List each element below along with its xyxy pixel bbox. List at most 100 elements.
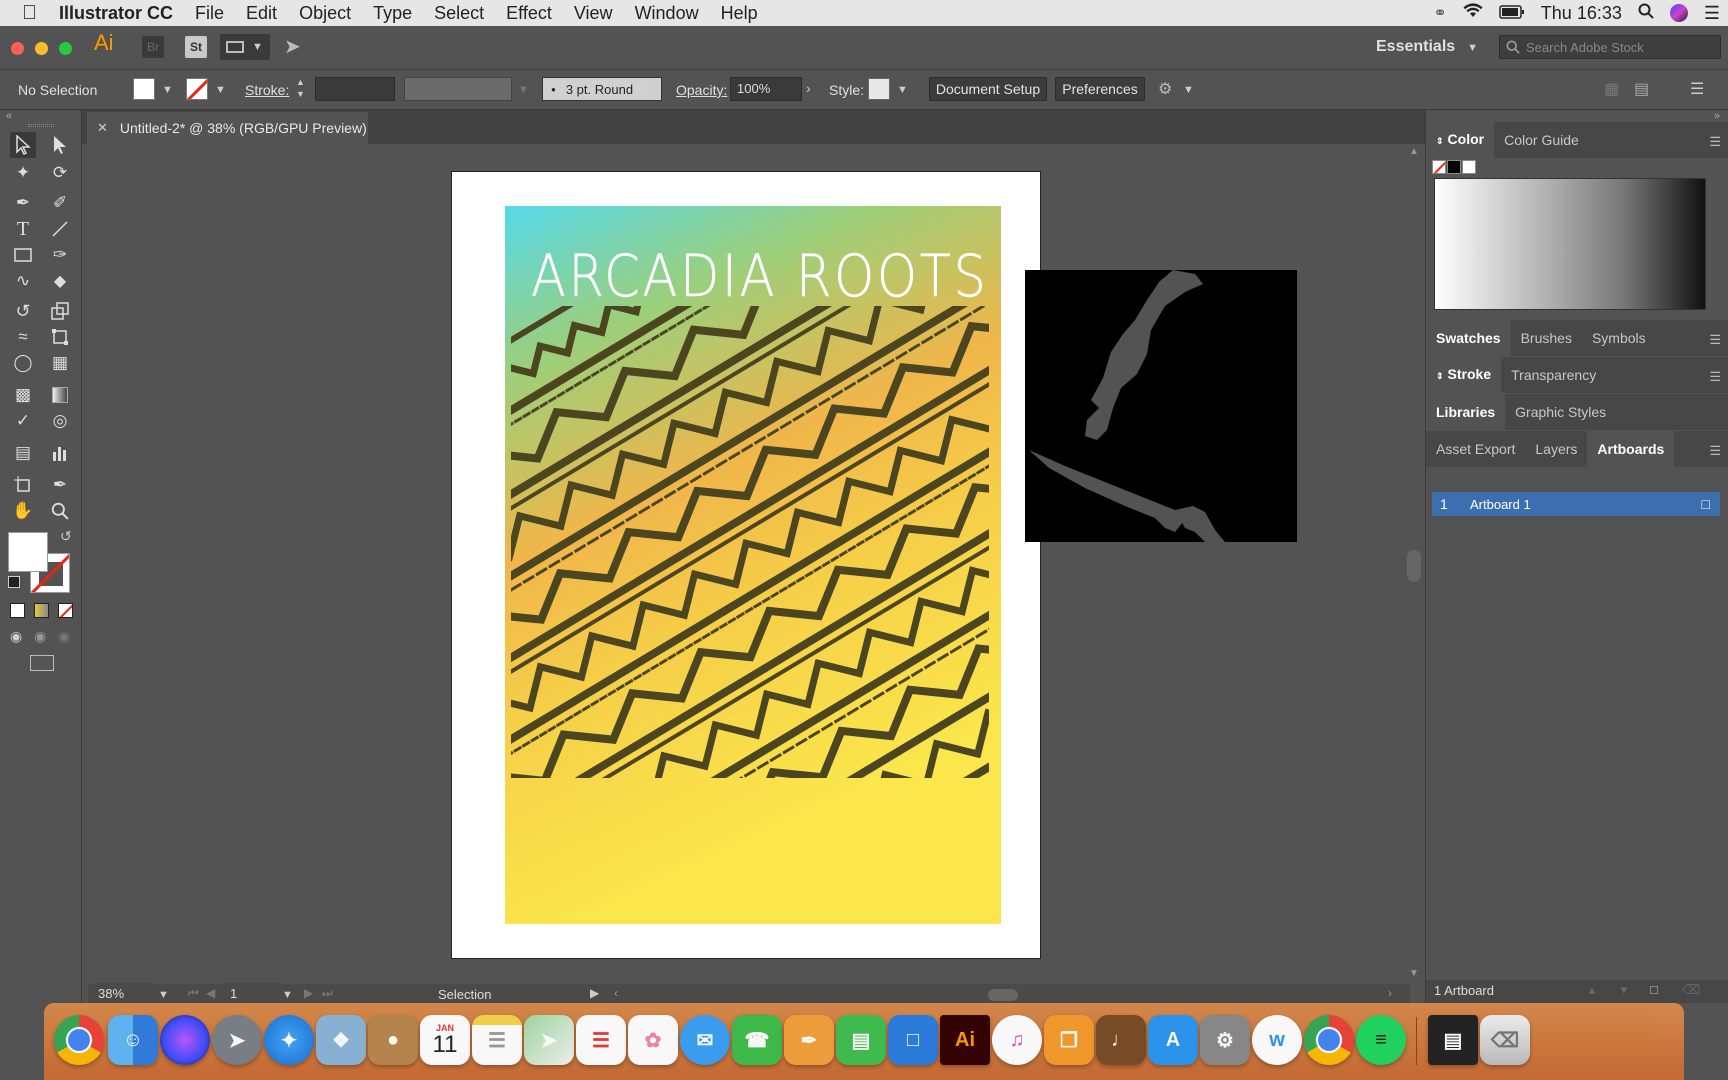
keynote-icon[interactable]: □ (888, 1015, 938, 1065)
reminders-icon[interactable]: ☰ (576, 1015, 626, 1065)
document-setup-button[interactable]: Document Setup (929, 77, 1047, 101)
chrome-second-icon[interactable] (1304, 1015, 1354, 1065)
minimize-window-button[interactable] (35, 42, 48, 55)
profile-chevron-icon[interactable]: ▼ (518, 84, 529, 96)
pages-icon[interactable]: ✒ (784, 1015, 834, 1065)
safari-icon[interactable]: ✦ (264, 1015, 314, 1065)
facetime-icon[interactable]: ☎ (732, 1015, 782, 1065)
select-similar-icon[interactable]: ⚙ (1158, 79, 1172, 99)
garageband-icon[interactable]: ♩ (1096, 1015, 1146, 1065)
shape-builder-tool[interactable]: ◯ (10, 350, 36, 376)
new-artboard-icon[interactable]: □ (1650, 982, 1658, 997)
pen-tool[interactable]: ✒ (10, 190, 36, 216)
poster-title-text[interactable]: ARCADIA ROOTS (531, 242, 986, 311)
none-swatch[interactable] (1432, 160, 1446, 174)
artboard-tool[interactable] (10, 472, 36, 498)
spotlight-search-icon[interactable] (1638, 3, 1654, 24)
poster-gradient-background[interactable]: ARCADIA ROOTS (505, 206, 1001, 924)
tab-color[interactable]: ⇕ Color (1426, 121, 1495, 159)
stroke-dropdown-chevron-icon[interactable]: ▼ (215, 84, 226, 96)
stroke-swatch[interactable] (186, 78, 208, 100)
direct-selection-tool[interactable] (47, 132, 73, 158)
selection-tool[interactable] (10, 132, 36, 158)
opacity-input[interactable]: 100% (730, 77, 802, 101)
notes-icon[interactable]: ☰ (472, 1015, 522, 1065)
wifi-icon[interactable] (1463, 2, 1483, 24)
brush-definition-dropdown[interactable]: ● 3 pt. Round (542, 77, 662, 101)
menu-help[interactable]: Help (710, 0, 769, 26)
draw-behind-icon[interactable]: ◉ (34, 628, 46, 645)
menu-select[interactable]: Select (423, 0, 495, 26)
panel-menu-icon[interactable]: ☰ (1709, 134, 1721, 150)
opacity-label[interactable]: Opacity: (676, 82, 727, 98)
chrome-icon[interactable] (54, 1015, 104, 1065)
menu-app-name[interactable]: Illustrator CC (48, 0, 184, 26)
tab-layers[interactable]: Layers (1525, 431, 1587, 467)
lasso-tool[interactable]: ⟳ (47, 160, 73, 186)
messages-icon[interactable]: ✉ (680, 1015, 730, 1065)
scroll-left-icon[interactable]: ‹ (614, 986, 618, 1000)
fill-swatch[interactable] (133, 78, 155, 100)
free-transform-tool[interactable] (47, 324, 73, 350)
preferences-button[interactable]: Preferences (1055, 77, 1145, 101)
maps-icon[interactable]: ➤ (524, 1015, 574, 1065)
none-mode-button[interactable] (58, 603, 73, 618)
mail-eagle-icon[interactable]: ❖ (316, 1015, 366, 1065)
stock-search-input[interactable]: Search Adobe Stock (1499, 35, 1721, 59)
color-mode-button[interactable] (10, 603, 25, 618)
artboard-chevron-icon[interactable]: ▼ (282, 989, 293, 1001)
siri-dock-icon[interactable] (160, 1015, 210, 1065)
menu-object[interactable]: Object (288, 0, 362, 26)
tab-libraries[interactable]: Libraries (1426, 394, 1506, 430)
eraser-tool[interactable]: ◆ (47, 268, 73, 294)
panel-menu-icon[interactable]: ☰ (1709, 443, 1721, 459)
photos-icon[interactable]: ✿ (628, 1015, 678, 1065)
zoom-window-button[interactable] (59, 42, 72, 55)
first-artboard-icon[interactable]: ⏮ (188, 986, 199, 1001)
draw-inside-icon[interactable]: ◉ (58, 628, 70, 645)
launchpad-icon[interactable]: ➤ (212, 1015, 262, 1065)
workspace-switcher[interactable]: Essentials ▼ (1376, 38, 1478, 58)
swap-fill-stroke-icon[interactable]: ↺ (60, 528, 72, 545)
last-artboard-icon[interactable]: ⏭ (322, 986, 333, 1001)
scale-tool[interactable] (47, 298, 73, 324)
tab-symbols[interactable]: Symbols (1582, 320, 1656, 356)
gradient-tool[interactable] (47, 382, 73, 408)
symbol-sprayer-tool[interactable]: ▤ (10, 440, 36, 466)
move-up-icon[interactable]: ▲ (1586, 983, 1598, 997)
tab-brushes[interactable]: Brushes (1511, 320, 1582, 356)
variable-width-profile[interactable] (404, 77, 512, 101)
vertical-scrollbar[interactable]: ▲ ▼ (1403, 144, 1425, 984)
collapse-toolbar-icon[interactable]: « (6, 110, 12, 122)
brush-chevron-icon[interactable]: ▼ (651, 84, 662, 96)
toolbar-grip[interactable] (28, 124, 54, 127)
eyedropper-tool[interactable]: ✓ (10, 408, 36, 434)
notification-center-icon[interactable]: ☰ (1704, 3, 1720, 24)
tab-graphic-styles[interactable]: Graphic Styles (1505, 394, 1616, 430)
color-spectrum-ramp[interactable] (1434, 178, 1706, 310)
document-tab[interactable]: ✕ Untitled-2* @ 38% (RGB/GPU Preview) (87, 112, 368, 144)
stroke-weight-stepper[interactable]: ▲ ▼ (296, 76, 306, 102)
zoom-level-input[interactable]: 38% (92, 983, 152, 1005)
system-preferences-icon[interactable]: ⚙ (1200, 1015, 1250, 1065)
tab-transparency[interactable]: Transparency (1501, 357, 1606, 393)
bridge-button[interactable]: Br (142, 36, 164, 58)
rotate-tool[interactable]: ↺ (10, 298, 36, 324)
ibooks-icon[interactable]: ❐ (1044, 1015, 1094, 1065)
fill-color-box[interactable] (8, 532, 48, 572)
shaper-tool[interactable]: ∿ (10, 268, 36, 294)
white-swatch[interactable] (1462, 160, 1476, 174)
canvas-area[interactable]: ARCADIA ROOTS (88, 144, 1410, 984)
black-swatch[interactable] (1447, 160, 1461, 174)
select-similar-chevron-icon[interactable]: ▼ (1183, 84, 1194, 96)
rectangle-tool[interactable] (10, 242, 36, 268)
tribal-pattern-graphic[interactable] (511, 306, 989, 778)
blend-tool[interactable]: ◎ (47, 408, 73, 434)
zoom-tool[interactable] (47, 498, 73, 524)
zoom-chevron-icon[interactable]: ▼ (158, 989, 169, 1001)
tab-asset-export[interactable]: Asset Export (1426, 431, 1525, 467)
fill-dropdown-chevron-icon[interactable]: ▼ (162, 84, 173, 96)
type-tool[interactable]: T (10, 216, 36, 242)
curvature-tool[interactable]: ✐ (47, 190, 73, 216)
style-chevron-icon[interactable]: ▼ (897, 84, 908, 96)
